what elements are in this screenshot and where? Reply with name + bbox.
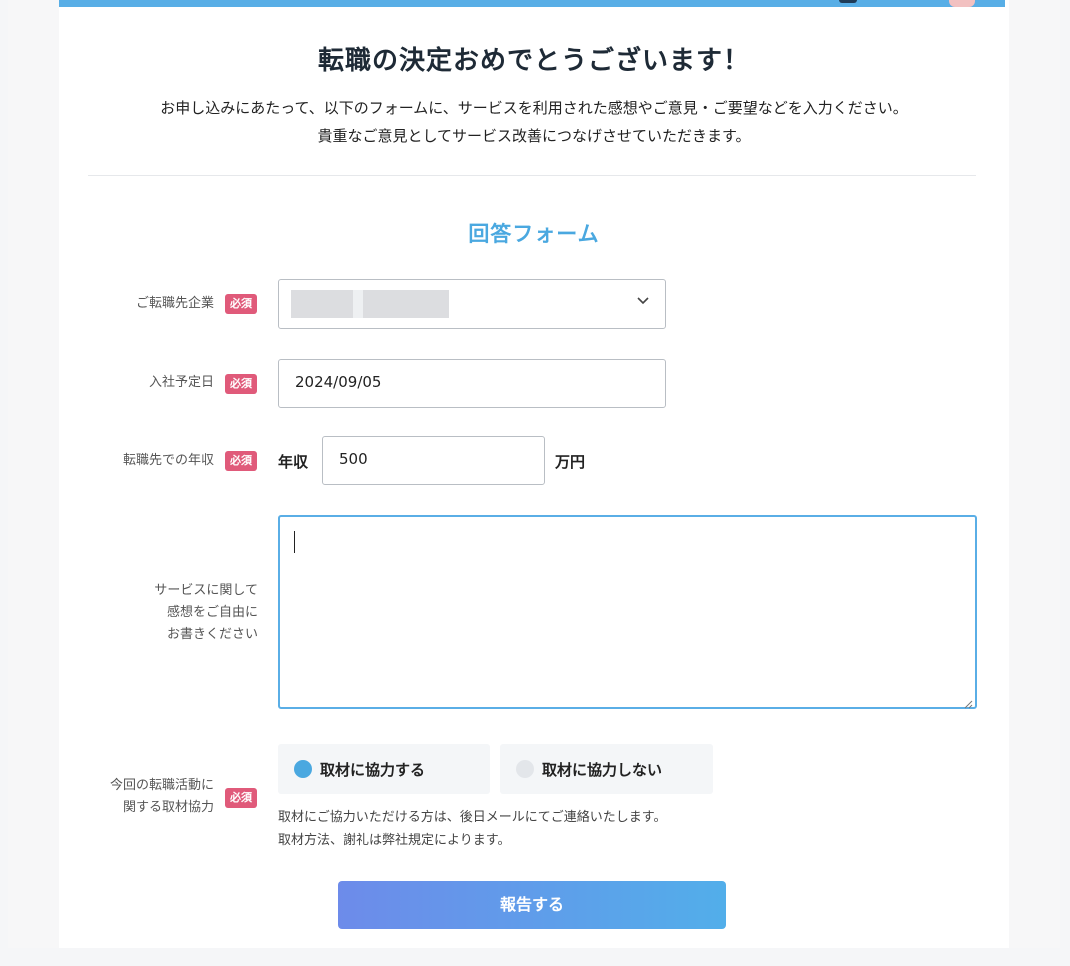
join-date-value: 2024/09/05 xyxy=(295,373,382,391)
interview-note-line: 取材方法、謝礼は弊社規定によります。 xyxy=(278,833,511,848)
salary-label: 転職先での年収 xyxy=(122,453,214,468)
join-date-label: 入社予定日 xyxy=(148,375,214,390)
required-badge: 必須 xyxy=(225,451,257,471)
radio-interview-no[interactable]: 取材に協力しない xyxy=(500,744,713,794)
salary-prefix: 年収 xyxy=(278,453,309,471)
hero-illustration xyxy=(839,0,857,3)
interview-label-line: 今回の転職活動に xyxy=(109,778,214,793)
submit-button[interactable]: 報告する xyxy=(338,881,726,929)
feedback-label-line: サービスに関して xyxy=(154,583,258,598)
form-title: 回答フォーム xyxy=(468,222,600,246)
feedback-textarea[interactable] xyxy=(278,515,977,709)
chevron-down-icon xyxy=(637,294,649,309)
divider xyxy=(88,175,976,176)
company-select-value xyxy=(291,290,449,318)
resize-handle-icon[interactable] xyxy=(963,695,973,709)
hero-illustration xyxy=(949,0,975,7)
text-cursor xyxy=(294,531,295,553)
feedback-label: サービスに関して 感想をご自由に お書きください xyxy=(48,580,258,646)
interview-label: 今回の転職活動に 関する取材協力 xyxy=(48,775,214,819)
radio-label: 取材に協力しない xyxy=(542,761,663,779)
page: 転職の決定おめでとうございます！ お申し込みにあたって、以下のフォームに、サービ… xyxy=(8,0,1060,948)
salary-value: 500 xyxy=(339,450,368,468)
page-title: 転職の決定おめでとうございます！ xyxy=(317,46,750,76)
salary-input[interactable]: 500 xyxy=(322,436,545,485)
intro-line: 貴重なご意見としてサービス改善につなげさせていただきます。 xyxy=(317,127,751,145)
feedback-label-line: 感想をご自由に xyxy=(166,605,258,620)
intro-line: お申し込みにあたって、以下のフォームに、サービスを利用された感想やご意見・ご要望… xyxy=(160,99,908,117)
feedback-label-line: お書きください xyxy=(166,627,258,642)
interview-note-line: 取材にご協力いただける方は、後日メールにてご連絡いたします。 xyxy=(278,810,667,825)
hero-banner xyxy=(59,0,1005,7)
company-select[interactable] xyxy=(278,279,666,329)
radio-label: 取材に協力する xyxy=(320,761,426,779)
interview-label-line: 関する取材協力 xyxy=(122,800,214,815)
radio-interview-yes[interactable]: 取材に協力する xyxy=(278,744,490,794)
salary-unit: 万円 xyxy=(555,453,586,471)
radio-selected-icon xyxy=(294,760,312,778)
required-badge: 必須 xyxy=(225,374,257,394)
intro-text: お申し込みにあたって、以下のフォームに、サービスを利用された感想やご意見・ご要望… xyxy=(8,94,1060,150)
required-badge: 必須 xyxy=(225,788,257,808)
join-date-input[interactable]: 2024/09/05 xyxy=(278,359,666,408)
radio-unselected-icon xyxy=(516,760,534,778)
interview-note: 取材にご協力いただける方は、後日メールにてご連絡いたします。 取材方法、謝礼は弊… xyxy=(278,806,666,852)
required-badge: 必須 xyxy=(225,294,257,314)
company-label: ご転職先企業 xyxy=(135,296,214,311)
